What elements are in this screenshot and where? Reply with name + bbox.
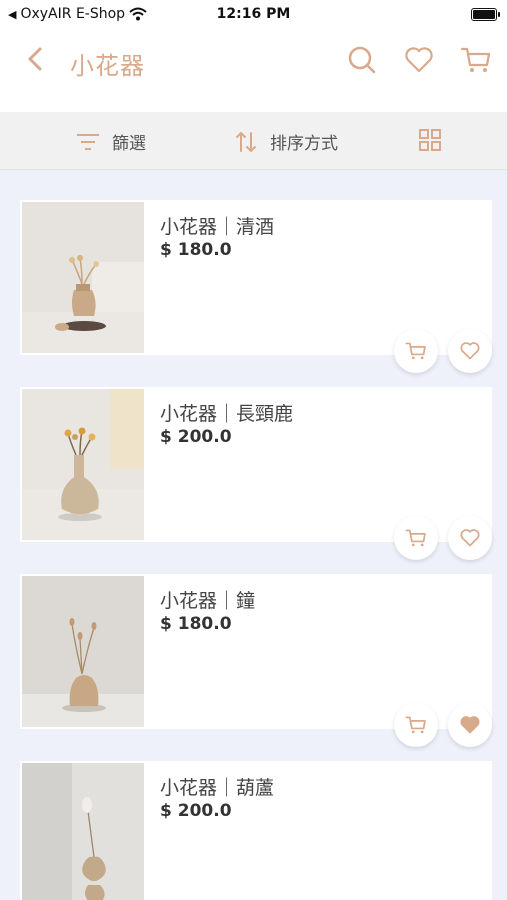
product-card[interactable]: 小花器｜長頸鹿 $ 200.0 xyxy=(20,387,492,560)
cart-icon xyxy=(405,342,426,360)
product-name: 小花器｜長頸鹿 xyxy=(160,403,294,425)
nav-bar: 小花器 xyxy=(0,30,507,112)
product-price: $ 200.0 xyxy=(160,427,232,447)
product-card[interactable]: 小花器｜清酒 $ 180.0 xyxy=(20,200,492,373)
add-to-cart-button[interactable] xyxy=(394,516,438,560)
add-to-cart-button[interactable] xyxy=(394,703,438,747)
product-image xyxy=(22,389,144,540)
product-name: 小花器｜清酒 xyxy=(160,216,275,238)
favorite-button[interactable] xyxy=(448,516,492,560)
heart-icon xyxy=(460,342,480,360)
battery-icon xyxy=(471,8,497,21)
search-icon xyxy=(348,46,376,74)
battery-tip xyxy=(498,12,500,17)
sort-button[interactable]: 排序方式 xyxy=(234,129,338,154)
grid-icon xyxy=(419,129,441,151)
favorites-button[interactable] xyxy=(403,44,435,76)
heart-icon xyxy=(405,47,433,73)
product-name: 小花器｜葫蘆 xyxy=(160,777,275,799)
filter-bar: 篩選 排序方式 xyxy=(0,112,507,170)
status-bar: ◀ OxyAIR E-Shop 12:16 PM xyxy=(0,0,507,30)
filter-button[interactable]: 篩選 xyxy=(76,129,146,154)
page-title: 小花器 xyxy=(70,52,145,80)
product-card[interactable]: 小花器｜葫蘆 $ 200.0 xyxy=(20,761,492,900)
product-image xyxy=(22,576,144,727)
favorite-button[interactable] xyxy=(448,329,492,373)
add-to-cart-button[interactable] xyxy=(394,329,438,373)
favorite-button-active[interactable] xyxy=(448,703,492,747)
back-icon xyxy=(28,47,42,71)
heart-filled-icon xyxy=(460,716,480,734)
search-button[interactable] xyxy=(346,44,378,76)
product-price: $ 180.0 xyxy=(160,614,232,634)
filter-label: 篩選 xyxy=(112,134,146,154)
cart-icon xyxy=(460,47,491,72)
back-button[interactable] xyxy=(22,44,52,74)
product-image xyxy=(22,763,144,900)
cart-icon xyxy=(405,529,426,547)
filter-icon xyxy=(77,133,99,150)
cart-icon xyxy=(405,716,426,734)
status-time: 12:16 PM xyxy=(216,6,291,22)
sort-icon xyxy=(236,131,256,152)
cart-button[interactable] xyxy=(460,44,492,76)
sort-label: 排序方式 xyxy=(270,134,338,154)
product-price: $ 200.0 xyxy=(160,801,232,821)
grid-view-button[interactable] xyxy=(418,128,442,152)
product-card[interactable]: 小花器｜鐘 $ 180.0 xyxy=(20,574,492,747)
heart-icon xyxy=(460,529,480,547)
product-name: 小花器｜鐘 xyxy=(160,590,256,612)
product-image xyxy=(22,202,144,353)
product-price: $ 180.0 xyxy=(160,240,232,260)
